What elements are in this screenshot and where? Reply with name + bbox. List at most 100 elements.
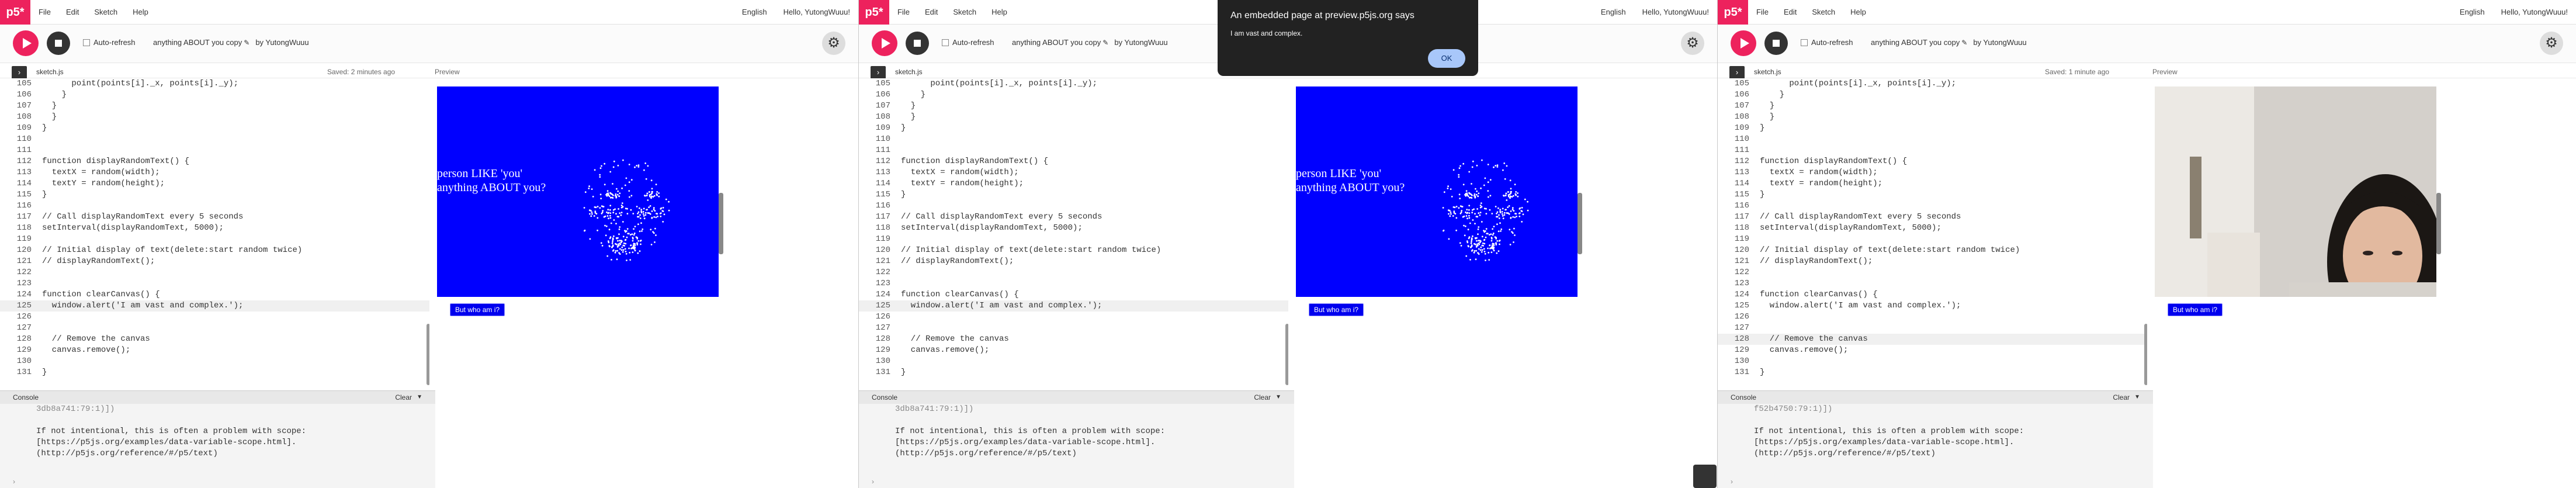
line-number: 111: [875, 146, 890, 155]
window-thumbnail[interactable]: [1693, 465, 1717, 488]
menu-file[interactable]: File: [897, 0, 910, 25]
chevron-down-icon[interactable]: ▼: [417, 391, 422, 404]
line-number: 119: [1734, 234, 1749, 244]
line-number: 125: [875, 301, 890, 310]
user-menu[interactable]: Hello, YutongWuuu!: [2501, 0, 2568, 25]
code-editor[interactable]: 105 point(points[i]._x, points[i]._y); 10…: [859, 78, 1288, 390]
p5-logo[interactable]: p5*: [0, 0, 30, 25]
console-clear-button[interactable]: Clear: [395, 391, 412, 404]
console-title: Console: [1731, 393, 1757, 402]
preview-canvas[interactable]: person LIKE 'you' anything ABOUT you?: [1296, 86, 1578, 297]
auto-refresh-toggle[interactable]: Auto-refresh: [1801, 38, 1853, 47]
p5-logo[interactable]: p5*: [1718, 0, 1748, 25]
console: Console Clear ▼ 3db8a741:79:1)]) If not …: [859, 390, 1294, 488]
editor-scrollbar[interactable]: [427, 324, 429, 385]
menu-file[interactable]: File: [1756, 0, 1769, 25]
menu-help[interactable]: Help: [1850, 0, 1866, 25]
preview-scrollbar[interactable]: [2436, 193, 2441, 254]
console-output: 3db8a741:79:1)]) If not intentional, thi…: [895, 404, 1281, 459]
code-text: }: [901, 112, 916, 122]
editor-scrollbar[interactable]: [1285, 324, 1288, 385]
auto-refresh-checkbox[interactable]: [1801, 39, 1808, 46]
code-line: 119: [859, 234, 1288, 245]
gear-icon[interactable]: ⚙: [1681, 32, 1704, 55]
camera-feed-image: [2155, 86, 2436, 297]
who-am-i-button[interactable]: But who am i?: [2168, 303, 2223, 316]
code-line: 126: [859, 312, 1288, 323]
who-am-i-button[interactable]: But who am i?: [450, 303, 505, 316]
sketch-name[interactable]: anything ABOUT you copy: [1012, 38, 1101, 47]
preview-canvas[interactable]: person LIKE 'you' anything ABOUT you?: [437, 86, 719, 297]
who-am-i-button[interactable]: But who am i?: [1309, 303, 1364, 316]
chevron-right-icon[interactable]: ›: [871, 66, 886, 79]
auto-refresh-label: Auto-refresh: [952, 38, 994, 47]
language-menu[interactable]: English: [2460, 0, 2485, 25]
code-line: 120 // Initial display of text(delete:sta…: [1718, 245, 2147, 256]
file-name[interactable]: sketch.js: [895, 68, 923, 76]
console-clear-button[interactable]: Clear: [1254, 391, 1271, 404]
pencil-icon[interactable]: ✎: [1961, 39, 1967, 47]
code-line: 113 textX = random(width);: [859, 167, 1288, 178]
menu-edit[interactable]: Edit: [925, 0, 938, 25]
console-prompt[interactable]: ›: [1731, 477, 1733, 486]
stop-icon[interactable]: [47, 32, 70, 55]
auto-refresh-toggle[interactable]: Auto-refresh: [942, 38, 994, 47]
file-name[interactable]: sketch.js: [36, 68, 64, 76]
chevron-down-icon[interactable]: ▼: [2134, 391, 2140, 404]
menu-sketch[interactable]: Sketch: [1812, 0, 1835, 25]
menu-file[interactable]: File: [39, 0, 51, 25]
p5-logo[interactable]: p5*: [859, 0, 889, 25]
console-clear-button[interactable]: Clear: [2113, 391, 2130, 404]
user-menu[interactable]: Hello, YutongWuuu!: [783, 0, 850, 25]
alert-ok-button[interactable]: OK: [1428, 49, 1465, 68]
stop-icon[interactable]: [906, 32, 929, 55]
auto-refresh-checkbox[interactable]: [83, 39, 90, 46]
menu-edit[interactable]: Edit: [66, 0, 79, 25]
play-icon[interactable]: [872, 30, 897, 56]
menu-sketch[interactable]: Sketch: [953, 0, 976, 25]
menu-sketch[interactable]: Sketch: [94, 0, 117, 25]
sketch-name[interactable]: anything ABOUT you copy: [1871, 38, 1960, 47]
pencil-icon[interactable]: ✎: [1102, 39, 1108, 47]
code-line: 121 // displayRandomText();: [859, 256, 1288, 267]
code-editor[interactable]: 105 point(points[i]._x, points[i]._y); 10…: [0, 78, 429, 390]
preview-scrollbar[interactable]: [719, 193, 723, 254]
pencil-icon[interactable]: ✎: [244, 39, 249, 47]
file-name[interactable]: sketch.js: [1754, 68, 1781, 76]
camera-preview[interactable]: [2155, 86, 2436, 297]
code-line: 110: [0, 134, 429, 145]
code-line: 116: [1718, 200, 2147, 212]
console-prompt[interactable]: ›: [872, 477, 874, 486]
console-prompt[interactable]: ›: [13, 477, 15, 486]
code-line: 127: [859, 323, 1288, 334]
line-number: 122: [16, 268, 32, 277]
preview-scrollbar[interactable]: [1578, 193, 1582, 254]
play-icon[interactable]: [13, 30, 39, 56]
gear-icon[interactable]: ⚙: [822, 32, 845, 55]
console-output: 3db8a741:79:1)]) If not intentional, thi…: [36, 404, 422, 459]
chevron-right-icon[interactable]: ›: [12, 66, 27, 79]
menu-edit[interactable]: Edit: [1784, 0, 1797, 25]
code-text: // Call displayRandomText every 5 second…: [42, 212, 244, 221]
sketch-name[interactable]: anything ABOUT you copy: [153, 38, 242, 47]
gear-icon[interactable]: ⚙: [2540, 32, 2563, 55]
code-line: 124 function clearCanvas() {: [1718, 289, 2147, 300]
code-text: }: [42, 112, 57, 122]
language-menu[interactable]: English: [742, 0, 767, 25]
chevron-down-icon[interactable]: ▼: [1275, 391, 1281, 404]
auto-refresh-toggle[interactable]: Auto-refresh: [83, 38, 136, 47]
chevron-right-icon[interactable]: ›: [1729, 66, 1745, 79]
menu-help[interactable]: Help: [133, 0, 148, 25]
menu-help[interactable]: Help: [991, 0, 1007, 25]
auto-refresh-checkbox[interactable]: [942, 39, 949, 46]
user-menu[interactable]: Hello, YutongWuuu!: [1642, 0, 1709, 25]
language-menu[interactable]: English: [1601, 0, 1626, 25]
stop-icon[interactable]: [1764, 32, 1788, 55]
play-icon[interactable]: [1731, 30, 1756, 56]
code-text: textX = random(width);: [42, 168, 160, 177]
editor-scrollbar[interactable]: [2144, 324, 2147, 385]
line-number: 105: [1734, 79, 1749, 88]
code-editor[interactable]: 105 point(points[i]._x, points[i]._y); 10…: [1718, 78, 2147, 390]
code-line: 124 function clearCanvas() {: [0, 289, 429, 300]
